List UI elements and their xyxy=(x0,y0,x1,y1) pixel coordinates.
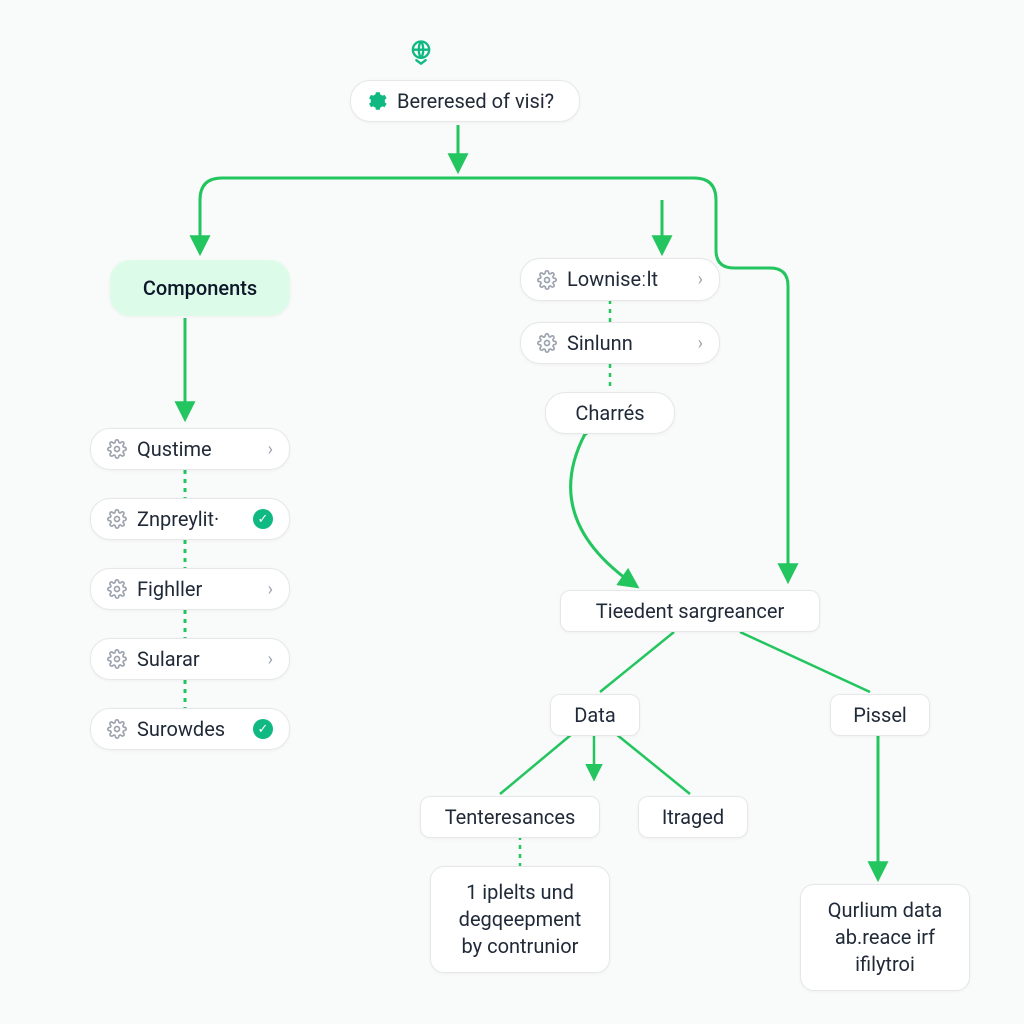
pissel-node[interactable]: Pissel xyxy=(830,694,930,736)
leaf-label: Tenteresances xyxy=(445,805,576,829)
list-item[interactable]: Lowniseːlt › xyxy=(520,258,720,301)
list-item[interactable]: Surowdes ✓ xyxy=(90,708,290,750)
item-label: Sularar xyxy=(137,647,200,671)
chevron-right-icon: › xyxy=(268,579,273,600)
item-label: Sinlunn xyxy=(567,331,633,355)
item-label: Znpreylit· xyxy=(137,507,219,531)
item-label: Charrés xyxy=(575,401,644,425)
gear-icon xyxy=(107,509,127,529)
gear-icon xyxy=(107,649,127,669)
gear-icon xyxy=(537,333,557,353)
item-label: Lowniseːlt xyxy=(567,267,658,292)
note-text: 1 iplelts und degqeepment by contrunior xyxy=(447,879,593,960)
data-label: Data xyxy=(574,703,615,727)
gear-icon xyxy=(537,270,557,290)
leaf-label: Itraged xyxy=(662,805,724,829)
root-label: Bereresed of visi? xyxy=(397,89,554,113)
chevron-right-icon: › xyxy=(268,439,273,460)
mid-node-label: Tieedent sargreancer xyxy=(596,599,784,623)
list-item[interactable]: Fighller › xyxy=(90,568,290,610)
mid-node[interactable]: Tieedent sargreancer xyxy=(560,590,820,632)
leaf-node[interactable]: Tenteresances xyxy=(420,796,600,838)
note-text: Qurlium data ab.reace irf ifilytroi xyxy=(817,897,953,978)
leaf-node[interactable]: Itraged xyxy=(638,796,748,838)
globe-icon xyxy=(405,36,437,68)
root-node[interactable]: Bereresed of visi? xyxy=(350,80,580,122)
diagram-canvas: Bereresed of visi? Components Qustime › … xyxy=(0,0,1024,1024)
chevron-right-icon: › xyxy=(698,269,703,290)
gear-icon xyxy=(107,439,127,459)
item-label: Qustime xyxy=(137,437,212,461)
data-node[interactable]: Data xyxy=(550,694,640,736)
gear-icon xyxy=(107,719,127,739)
gear-icon xyxy=(107,579,127,599)
list-item[interactable]: Sinlunn › xyxy=(520,322,720,364)
components-header-label: Components xyxy=(143,276,257,300)
list-item[interactable]: Qustime › xyxy=(90,428,290,470)
list-item[interactable]: Charrés xyxy=(545,392,675,434)
check-icon: ✓ xyxy=(253,509,273,529)
note-node: Qurlium data ab.reace irf ifilytroi xyxy=(800,884,970,991)
pissel-label: Pissel xyxy=(853,703,907,727)
item-label: Fighller xyxy=(137,577,202,601)
list-item[interactable]: Znpreylit· ✓ xyxy=(90,498,290,540)
list-item[interactable]: Sularar › xyxy=(90,638,290,680)
chevron-right-icon: › xyxy=(698,333,703,354)
components-header[interactable]: Components xyxy=(110,260,290,316)
gear-icon xyxy=(367,91,387,111)
chevron-right-icon: › xyxy=(268,649,273,670)
item-label: Surowdes xyxy=(137,717,225,741)
check-icon: ✓ xyxy=(253,719,273,739)
note-node: 1 iplelts und degqeepment by contrunior xyxy=(430,866,610,973)
